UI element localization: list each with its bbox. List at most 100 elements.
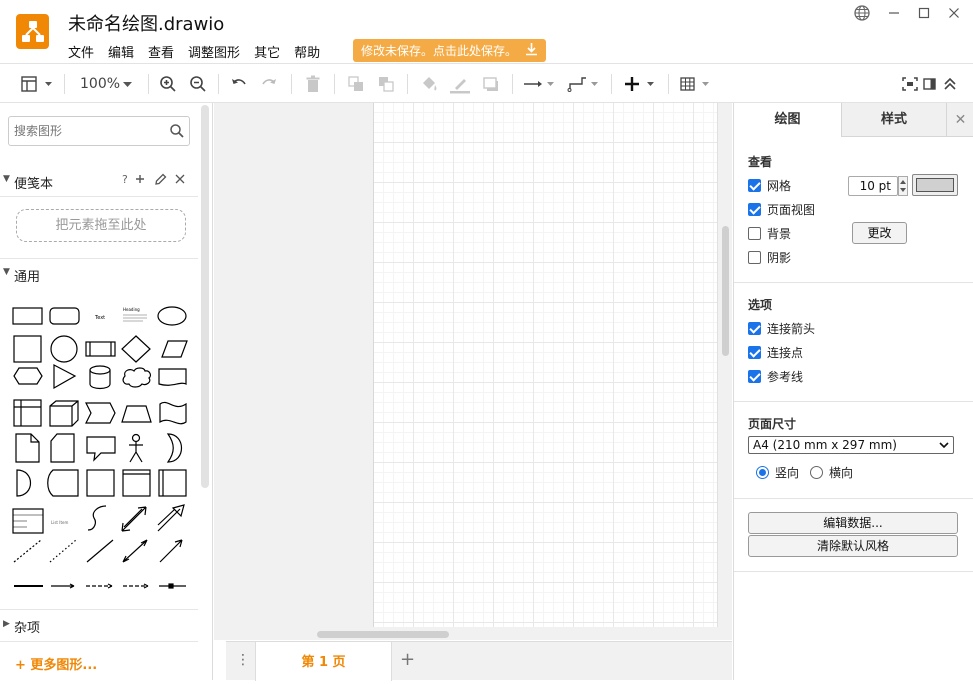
connection-arrows-checkbox[interactable]	[748, 321, 761, 335]
search-field[interactable]	[8, 116, 190, 146]
collapse-icon[interactable]	[942, 74, 958, 94]
shadow-checkbox[interactable]	[748, 250, 761, 264]
misc-title: 杂项	[14, 621, 41, 636]
format-panel-icon[interactable]	[20, 74, 54, 94]
portrait-label: 竖向	[775, 466, 800, 480]
save-notice-button[interactable]: 修改未保存。点击此处保存。	[353, 39, 547, 62]
to-front-icon[interactable]	[346, 74, 366, 94]
expand-arrow-icon: ▶	[3, 619, 10, 629]
menu-extras[interactable]: 其它	[254, 40, 280, 63]
document-title[interactable]: 未命名绘图.drawio	[68, 10, 224, 36]
fill-color-icon[interactable]	[419, 74, 439, 94]
table-icon[interactable]	[679, 74, 713, 94]
vertical-scrollbar[interactable]	[722, 226, 729, 356]
scratchpad-header[interactable]: ▼ 便笺本 ?	[0, 169, 200, 195]
guides-row[interactable]: 参考线	[748, 367, 803, 385]
grid-color-swatch[interactable]	[912, 174, 958, 196]
more-shapes-button[interactable]: + 更多图形...	[15, 654, 97, 673]
zoom-out-icon[interactable]	[188, 74, 208, 94]
misc-header[interactable]: ▶ 杂项	[0, 613, 200, 639]
shadow-checkbox-row[interactable]: 阴影	[748, 248, 791, 266]
landscape-radio[interactable]	[810, 466, 823, 479]
add-page-icon[interactable]: +	[400, 649, 415, 670]
redo-icon[interactable]	[259, 74, 279, 94]
insert-icon[interactable]	[622, 74, 658, 94]
shape-square	[13, 335, 42, 363]
view-section-title: 查看	[748, 155, 773, 169]
connection-points-label: 连接点	[767, 345, 804, 360]
landscape-option[interactable]: 横向	[810, 464, 853, 481]
background-checkbox[interactable]	[748, 226, 761, 240]
tab-style[interactable]: 样式	[841, 103, 946, 137]
grid-size-stepper[interactable]	[898, 176, 908, 196]
menu-view[interactable]: 查看	[148, 40, 174, 63]
save-notice-text: 修改未保存。点击此处保存。	[361, 44, 518, 58]
format-icon[interactable]	[922, 74, 938, 94]
guides-label: 参考线	[767, 369, 804, 384]
toolbar: 100%	[0, 65, 973, 103]
help-icon[interactable]: ?	[122, 173, 128, 186]
waypoints-icon[interactable]	[566, 74, 600, 94]
tab-diagram[interactable]: 绘图	[734, 103, 841, 137]
shape-ellipse	[157, 306, 187, 326]
minimize-icon[interactable]	[885, 4, 903, 22]
globe-icon[interactable]	[853, 4, 871, 22]
grid-checkbox-row[interactable]: 网格	[748, 176, 791, 194]
general-title: 通用	[14, 270, 41, 285]
zoom-dropdown[interactable]: 100%	[80, 74, 135, 94]
delete-icon[interactable]	[303, 74, 323, 94]
connection-icon[interactable]	[522, 74, 556, 94]
tab-page-1[interactable]: 第 1 页	[255, 642, 392, 681]
horizontal-scrollbar[interactable]	[317, 631, 449, 638]
menu-help[interactable]: 帮助	[294, 40, 320, 63]
connection-arrows-label: 连接箭头	[767, 321, 816, 336]
search-input[interactable]	[14, 122, 164, 140]
to-back-icon[interactable]	[376, 74, 396, 94]
edit-data-button[interactable]: 编辑数据...	[748, 512, 958, 534]
shape-triangle	[53, 364, 77, 390]
zoom-in-icon[interactable]	[158, 74, 178, 94]
close-panel-icon[interactable]: ✕	[946, 103, 973, 137]
paper-size-select[interactable]: A4 (210 mm x 297 mm)	[748, 436, 954, 454]
diagram-canvas[interactable]	[214, 103, 732, 640]
page-menu-icon[interactable]: ⋮	[236, 652, 250, 668]
grid-size-input[interactable]: 10 pt	[848, 176, 898, 196]
sidebar-scrollbar[interactable]	[201, 105, 209, 488]
portrait-radio[interactable]	[756, 466, 769, 479]
grid-checkbox[interactable]	[748, 178, 761, 192]
fullscreen-icon[interactable]	[901, 74, 919, 94]
portrait-option[interactable]: 竖向	[756, 464, 799, 481]
shape-rounded-rectangle	[49, 307, 80, 325]
menu-arrange[interactable]: 调整图形	[188, 40, 240, 63]
guides-checkbox[interactable]	[748, 369, 761, 383]
menu-edit[interactable]: 编辑	[108, 40, 134, 63]
background-checkbox-row[interactable]: 背景	[748, 224, 791, 242]
edit-icon[interactable]	[153, 170, 167, 192]
menu-file[interactable]: 文件	[68, 40, 94, 63]
add-icon[interactable]	[134, 170, 146, 192]
close-scratchpad-icon[interactable]	[174, 170, 186, 192]
shadow-icon[interactable]	[481, 74, 501, 94]
options-section-title: 选项	[748, 298, 773, 312]
landscape-label: 横向	[829, 466, 854, 480]
undo-icon[interactable]	[229, 74, 249, 94]
page-grid[interactable]	[373, 103, 718, 627]
search-icon[interactable]	[169, 123, 185, 143]
maximize-icon[interactable]	[915, 4, 933, 22]
page-view-checkbox-row[interactable]: 页面视图	[748, 200, 815, 218]
line-color-icon[interactable]	[449, 74, 471, 94]
scratchpad-drop-zone[interactable]: 把元素拖至此处	[16, 209, 186, 242]
change-background-button[interactable]: 更改	[852, 222, 907, 244]
format-panel: 绘图 样式 ✕ 查看 网格 10 pt 页面视图 背景 更改 阴影 选项 连接箭…	[733, 103, 973, 680]
shape-palette[interactable]: Text Heading List Item	[10, 300, 195, 605]
connection-points-row[interactable]: 连接点	[748, 343, 803, 361]
svg-text:List Item: List Item	[51, 520, 68, 525]
connection-arrows-row[interactable]: 连接箭头	[748, 319, 815, 337]
paper-size-title: 页面尺寸	[748, 417, 797, 431]
general-header[interactable]: ▼ 通用	[0, 262, 200, 288]
close-icon[interactable]	[945, 4, 963, 22]
title-bar: 未命名绘图.drawio 文件 编辑 查看 调整图形 其它 帮助 修改未保存。点…	[0, 0, 973, 64]
connection-points-checkbox[interactable]	[748, 345, 761, 359]
clear-default-style-button[interactable]: 清除默认风格	[748, 535, 958, 557]
page-view-checkbox[interactable]	[748, 202, 761, 216]
